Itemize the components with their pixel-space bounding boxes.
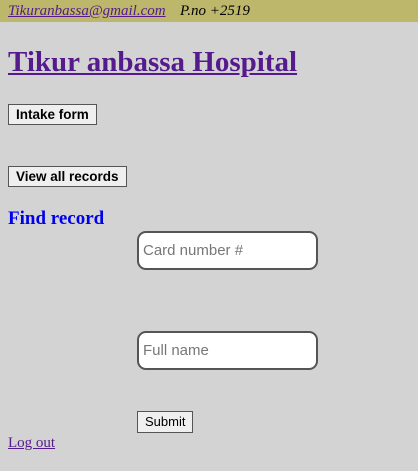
phone-number: P.no +2519 xyxy=(180,3,250,19)
contact-bar: Tikuranbassa@gmail.com P.no +2519 xyxy=(0,0,418,22)
find-record-heading: Find record xyxy=(8,208,105,229)
submit-button[interactable]: Submit xyxy=(137,411,194,433)
view-all-records-button[interactable]: View all records xyxy=(8,166,127,187)
logout-link[interactable]: Log out xyxy=(8,433,55,453)
card-number-input[interactable] xyxy=(137,231,318,270)
full-name-input[interactable] xyxy=(137,331,318,370)
intake-form-button[interactable]: Intake form xyxy=(8,104,97,125)
hospital-title-link[interactable]: Tikur anbassa Hospital xyxy=(8,42,297,82)
email-link[interactable]: Tikuranbassa@gmail.com xyxy=(8,0,166,22)
